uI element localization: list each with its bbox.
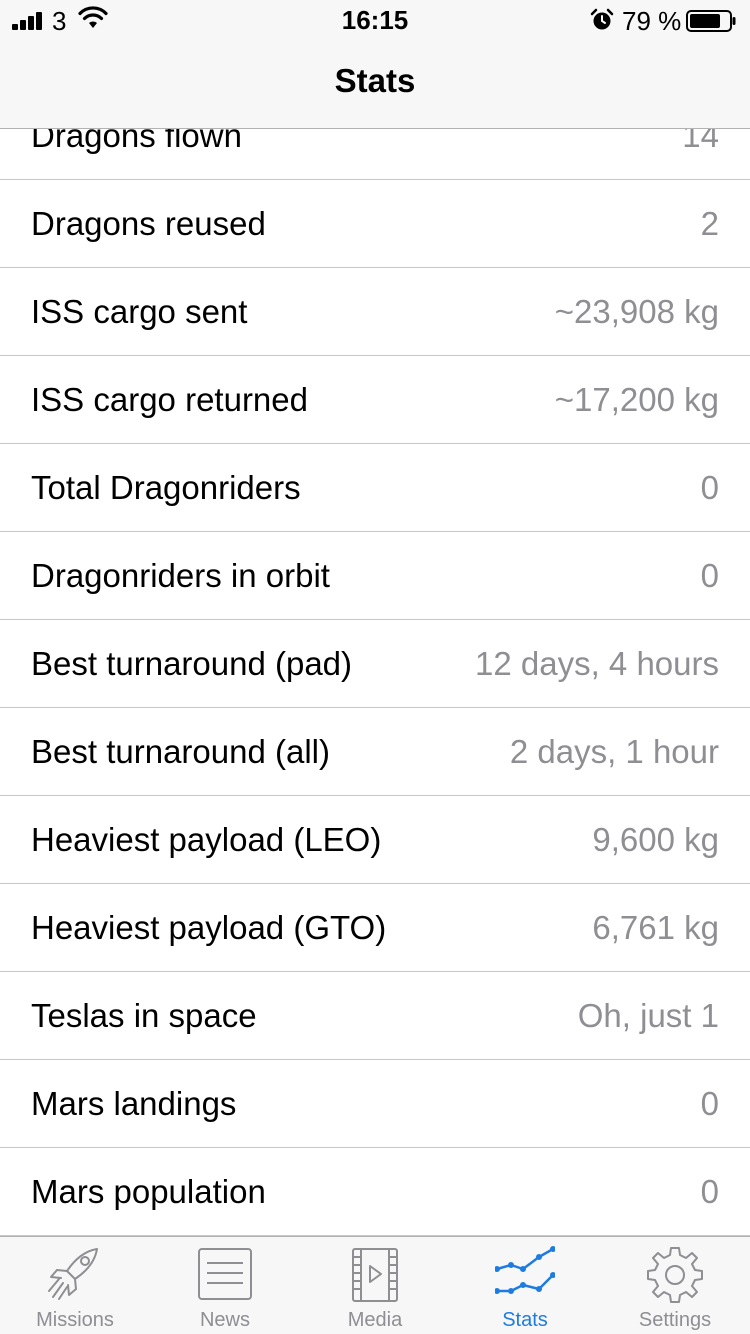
tab-stats[interactable]: Stats (450, 1237, 600, 1334)
tab-label: News (199, 1309, 250, 1331)
stat-value: Oh, just 1 (577, 997, 719, 1034)
stat-label: ISS cargo returned (31, 381, 308, 418)
stat-row[interactable]: Mars landings 0 (0, 1060, 750, 1148)
tab-label: Missions (36, 1309, 114, 1331)
stat-value: 12 days, 4 hours (475, 645, 719, 682)
stat-row[interactable]: ISS cargo returned ~17,200 kg (0, 356, 750, 444)
stat-label: Heaviest payload (LEO) (31, 821, 382, 858)
stat-label: Teslas in space (31, 997, 257, 1034)
tab-settings[interactable]: Settings (600, 1237, 750, 1334)
stat-value: ~23,908 kg (554, 293, 719, 330)
stat-row[interactable]: Dragonriders in orbit 0 (0, 532, 750, 620)
alarm-clock-icon (590, 8, 614, 30)
stat-value: 0 (700, 1173, 719, 1210)
stat-value: 0 (700, 469, 719, 506)
battery-icon (686, 10, 736, 32)
stat-row[interactable]: Heaviest payload (GTO) 6,761 kg (0, 884, 750, 972)
newspaper-icon (198, 1248, 252, 1300)
navigation-bar: 3 16:15 79 % Stats (0, 0, 750, 129)
stats-screen: Dragons flown 14 Dragons reused 2 ISS ca… (0, 0, 750, 1334)
stat-label: Best turnaround (pad) (31, 645, 353, 682)
stat-row[interactable]: ISS cargo sent ~23,908 kg (0, 268, 750, 356)
stat-row[interactable]: Best turnaround (pad) 12 days, 4 hours (0, 620, 750, 708)
tab-news[interactable]: News (150, 1237, 300, 1334)
tab-label: Settings (638, 1309, 712, 1331)
stat-row[interactable]: Heaviest payload (LEO) 9,600 kg (0, 796, 750, 884)
rocket-icon (48, 1248, 98, 1300)
stat-label: Dragonriders in orbit (31, 557, 330, 594)
line-chart-icon (495, 1246, 555, 1294)
stat-label: ISS cargo sent (31, 293, 248, 330)
stat-value: 9,600 kg (592, 821, 719, 858)
stat-value: 2 days, 1 hour (509, 733, 719, 770)
battery-percentage: 79 % (622, 6, 682, 36)
stat-value: 0 (700, 1085, 719, 1122)
stat-label: Mars landings (31, 1085, 237, 1122)
tab-missions[interactable]: Missions (0, 1237, 150, 1334)
stat-value: 0 (700, 557, 719, 594)
stat-label: Mars population (31, 1173, 266, 1210)
film-play-icon (352, 1248, 398, 1302)
stat-value: 2 (700, 205, 719, 242)
stat-row[interactable]: Best turnaround (all) 2 days, 1 hour (0, 708, 750, 796)
status-bar: 3 16:15 79 % (0, 0, 750, 40)
stat-row[interactable]: Dragons reused 2 (0, 180, 750, 268)
stat-row[interactable]: Total Dragonriders 0 (0, 444, 750, 532)
stats-list[interactable]: Dragons flown 14 Dragons reused 2 ISS ca… (0, 92, 750, 1236)
stat-row[interactable]: Mars population 0 (0, 1148, 750, 1236)
tab-label: Media (347, 1309, 403, 1331)
stat-label: Best turnaround (all) (31, 733, 330, 770)
tab-media[interactable]: Media (300, 1237, 450, 1334)
gear-icon (647, 1247, 703, 1303)
stat-label: Total Dragonriders (31, 469, 301, 506)
stat-row[interactable]: Teslas in space Oh, just 1 (0, 972, 750, 1060)
stat-label: Dragons reused (31, 205, 266, 242)
tab-bar: Missions News Media Stats Settings (0, 1236, 750, 1334)
stat-value: 6,761 kg (592, 909, 719, 946)
stat-label: Heaviest payload (GTO) (31, 909, 387, 946)
stat-value: ~17,200 kg (554, 381, 719, 418)
page-title: Stats (334, 62, 416, 99)
tab-label: Stats (502, 1309, 548, 1331)
